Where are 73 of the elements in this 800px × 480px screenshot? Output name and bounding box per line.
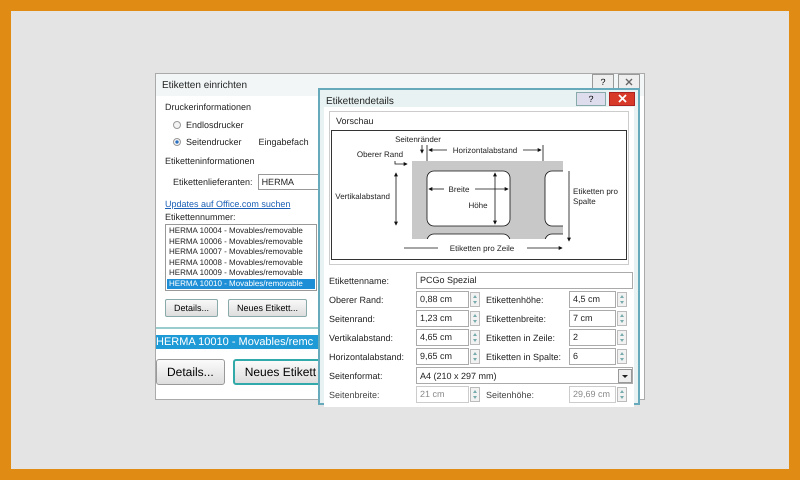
close-icon <box>625 78 633 86</box>
field-label: Horizontalabstand: <box>329 352 406 362</box>
dialog-button[interactable]: Neues Etikett... <box>228 299 308 317</box>
field-label: Seitenformat: <box>329 370 384 380</box>
list-item[interactable]: HERMA 10010 - Movables/removable <box>167 278 315 289</box>
list-item[interactable]: HERMA 10006 - Movables/removable <box>167 236 315 247</box>
spinner-icon[interactable] <box>470 387 480 402</box>
close-button[interactable] <box>609 92 635 106</box>
field-label: Etikettenbreite: <box>486 314 548 324</box>
spin-field[interactable]: 9,65 cm <box>416 348 469 365</box>
diagram-label: Etiketten pro Zeile <box>450 244 514 253</box>
spinner-icon[interactable] <box>617 387 627 402</box>
window-title: Etiketten einrichten <box>162 79 248 91</box>
list-item[interactable]: HERMA 10007 - Movables/removable <box>167 247 315 258</box>
diagram-label: Vertikalabstand <box>335 192 390 201</box>
list-item[interactable]: HERMA 10004 - Movables/removable <box>167 226 315 236</box>
help-button[interactable]: ? <box>576 92 606 106</box>
spinner-icon[interactable] <box>470 311 480 326</box>
section-heading: Vorschau <box>336 116 375 126</box>
dialog-button[interactable]: Details... <box>165 299 218 317</box>
arrow <box>394 160 408 166</box>
selected-list-item: HERMA 10010 - Movables/remc <box>156 335 319 349</box>
section-heading: Etiketteninformationen <box>165 156 256 166</box>
diagram-label: Etiketten pro Spalte <box>573 187 618 206</box>
spin-field[interactable]: 1,23 cm <box>416 310 469 327</box>
diagram-label: Höhe <box>468 201 488 210</box>
field-label: Seitenrand: <box>329 314 376 324</box>
radio-button[interactable] <box>173 138 181 146</box>
spinner-icon[interactable] <box>470 292 480 307</box>
spin-field[interactable]: 0,88 cm <box>416 291 469 308</box>
radio-button[interactable] <box>173 120 181 128</box>
spinner-icon[interactable] <box>617 349 627 364</box>
field-label: Etiketten in Spalte: <box>486 352 562 362</box>
name-field[interactable]: PCGo Spezial <box>416 272 633 289</box>
updates-link[interactable]: Updates auf Office.com suchen <box>165 199 321 209</box>
field-label: Seitenbreite: <box>329 390 381 400</box>
field-label: Etikettenhöhe: <box>486 294 545 304</box>
spin-field[interactable]: 4,5 cm <box>569 291 616 308</box>
field-label: Etikettenlieferanten: <box>173 177 253 187</box>
spinner-icon[interactable] <box>617 330 627 345</box>
field-label: Etikettenname: <box>329 276 390 286</box>
window-title: Etikettendetails <box>326 95 395 107</box>
field-label: Eingabefach <box>258 136 309 146</box>
dimension-arrow <box>567 170 571 242</box>
diagram-label: Horizontalabstand <box>452 146 518 155</box>
spin-field[interactable]: 7 cm <box>569 310 616 327</box>
spinner-icon[interactable] <box>617 292 627 307</box>
dialog-button[interactable]: Details... <box>156 359 225 385</box>
radio-label: Endlosdrucker <box>186 120 244 130</box>
field-label: Etikettennummer: <box>165 212 237 222</box>
diagram-label: Breite <box>448 185 470 194</box>
spinner-icon[interactable] <box>617 311 627 326</box>
diagram-label: Oberer Rand <box>356 150 404 159</box>
close-button[interactable] <box>618 74 640 89</box>
dimension-arrow <box>394 172 398 226</box>
close-icon <box>618 94 626 103</box>
field-label: Vertikalabstand: <box>329 332 394 342</box>
list-item[interactable]: HERMA 10009 - Movables/removable <box>167 268 315 278</box>
radio-label: Seitendrucker <box>186 136 242 146</box>
arrow <box>420 144 424 154</box>
page-format-dropdown[interactable]: A4 (210 x 297 mm) <box>416 367 633 384</box>
help-button[interactable]: ? <box>592 74 614 89</box>
diagram-label: Seitenränder <box>395 135 441 144</box>
spin-field[interactable]: 2 <box>569 329 616 346</box>
section-heading: Druckerinformationen <box>165 102 252 112</box>
spinner-icon[interactable] <box>470 330 480 345</box>
spin-field[interactable]: 6 <box>569 348 616 365</box>
field-label: Oberer Rand: <box>329 294 385 304</box>
list-item[interactable]: HERMA 10008 - Movables/removable <box>167 258 315 268</box>
spinner-icon[interactable] <box>470 349 480 364</box>
field-label: Etiketten in Zeile: <box>486 332 556 342</box>
field-label: Seitenhöhe: <box>486 390 536 400</box>
spin-field[interactable]: 4,65 cm <box>416 329 469 346</box>
